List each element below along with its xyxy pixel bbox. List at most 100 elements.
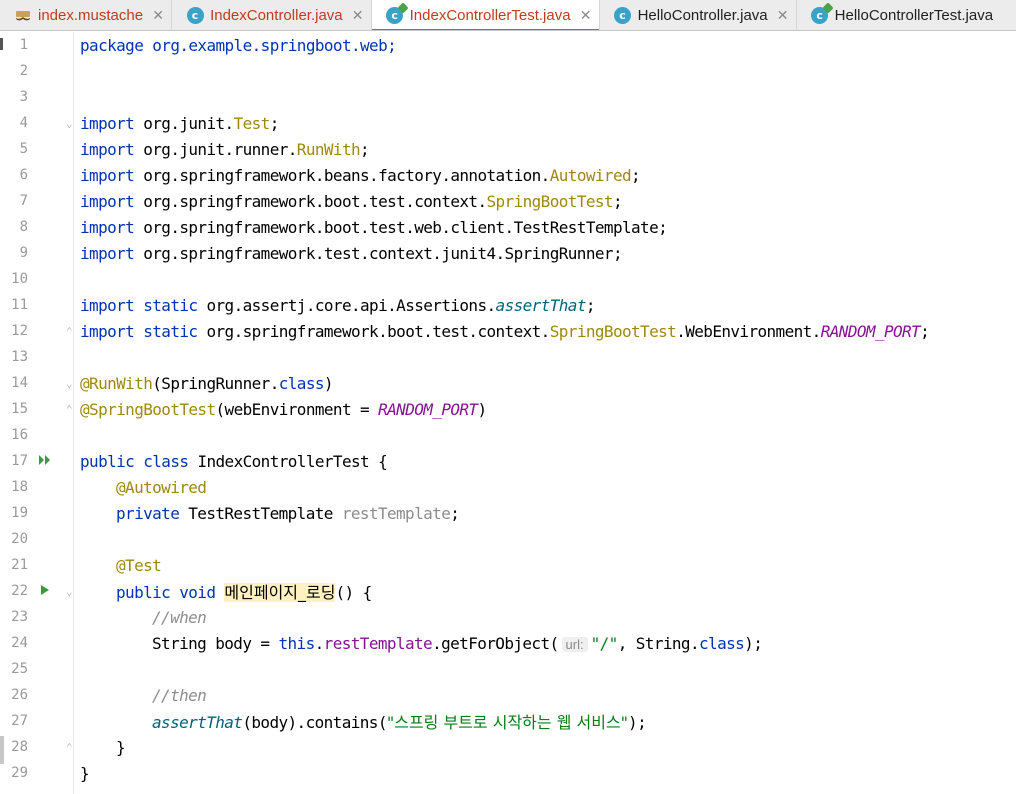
line-number: 1 xyxy=(19,37,28,53)
line-number: 27 xyxy=(11,713,28,729)
code-text: //then xyxy=(152,685,207,705)
code-text: @SpringBootTest(webEnvironment = RANDOM_… xyxy=(80,399,487,419)
code-line: 22 ⌄ public void 메인페이지_로딩() { xyxy=(0,578,1016,604)
run-test-icon[interactable] xyxy=(40,584,50,599)
code-line: 26 //then xyxy=(0,682,1016,708)
tab-label: IndexController.java xyxy=(210,7,343,24)
line-number: 2 xyxy=(19,63,28,79)
code-line: 15 ⌃ @SpringBootTest(webEnvironment = RA… xyxy=(0,396,1016,422)
code-text: package org.example.springboot.web; xyxy=(80,35,397,55)
fold-icon[interactable]: ⌃ xyxy=(66,325,73,338)
mustache-icon xyxy=(14,7,32,25)
code-line: 21 @Test xyxy=(0,552,1016,578)
code-line: 9 import org.springframework.test.contex… xyxy=(0,240,1016,266)
close-icon[interactable]: ✕ xyxy=(351,7,365,24)
parameter-hint: url: xyxy=(561,636,588,652)
code-line: 1 package org.example.springboot.web; xyxy=(0,32,1016,58)
line-number: 20 xyxy=(11,531,28,547)
code-text: import org.springframework.boot.test.web… xyxy=(80,217,668,237)
line-number: 21 xyxy=(11,557,28,573)
line-number: 15 xyxy=(11,401,28,417)
close-icon[interactable]: ✕ xyxy=(776,7,790,24)
code-text: import static org.springframework.boot.t… xyxy=(80,321,930,341)
code-line: 12 ⌃ import static org.springframework.b… xyxy=(0,318,1016,344)
line-number: 13 xyxy=(11,349,28,365)
code-text: public void 메인페이지_로딩() { xyxy=(116,583,372,602)
code-text: import org.springframework.boot.test.con… xyxy=(80,191,623,211)
code-text: public class IndexControllerTest { xyxy=(80,451,388,471)
code-line: 18 @Autowired xyxy=(0,474,1016,500)
line-number: 4 xyxy=(19,115,28,131)
close-icon[interactable]: ✕ xyxy=(579,7,593,24)
test-class-icon: c xyxy=(811,1,834,25)
line-number: 8 xyxy=(19,219,28,235)
code-editor[interactable]: 1 package org.example.springboot.web; 2 … xyxy=(0,32,1016,794)
fold-icon[interactable]: ⌃ xyxy=(66,741,73,754)
line-number: 12 xyxy=(11,323,28,339)
tab-hello-controller-test[interactable]: c HelloControllerTest.java xyxy=(797,0,999,30)
code-line: 27 assertThat(body).contains("스프링 부트로 시작… xyxy=(0,708,1016,734)
code-line: 3 xyxy=(0,84,1016,110)
line-number: 25 xyxy=(11,661,28,677)
tab-hello-controller[interactable]: c HelloController.java ✕ xyxy=(600,0,797,30)
code-line: 5 import org.junit.runner.RunWith; xyxy=(0,136,1016,162)
code-line: 19 private TestRestTemplate restTemplate… xyxy=(0,500,1016,526)
code-line: 29 } xyxy=(0,760,1016,786)
code-text: import org.junit.Test; xyxy=(80,113,279,133)
line-number: 3 xyxy=(19,89,28,105)
code-text: import org.springframework.test.context.… xyxy=(80,243,623,263)
code-text: private TestRestTemplate restTemplate; xyxy=(116,503,460,523)
code-line: 10 xyxy=(0,266,1016,292)
line-number: 11 xyxy=(11,297,28,313)
code-text: String body = this.restTemplate.getForOb… xyxy=(152,633,763,653)
code-line: 25 xyxy=(0,656,1016,682)
code-text: } xyxy=(116,737,126,757)
line-number: 7 xyxy=(19,193,28,209)
code-text: import org.springframework.beans.factory… xyxy=(80,165,641,185)
tab-index-controller[interactable]: c IndexController.java ✕ xyxy=(172,0,372,30)
code-line: 2 xyxy=(0,58,1016,84)
code-line: 13 xyxy=(0,344,1016,370)
code-line: 14 ⌄ @RunWith(SpringRunner.class) xyxy=(0,370,1016,396)
code-line: 7 import org.springframework.boot.test.c… xyxy=(0,188,1016,214)
line-number: 14 xyxy=(11,375,28,391)
tab-label: HelloControllerTest.java xyxy=(834,7,994,24)
code-text: import org.junit.runner.RunWith; xyxy=(80,139,370,159)
line-number: 23 xyxy=(11,609,28,625)
code-line: 17 public class IndexControllerTest { xyxy=(0,448,1016,474)
line-number: 5 xyxy=(19,141,28,157)
editor-tab-bar: index.mustache ✕ c IndexController.java … xyxy=(0,0,1016,31)
fold-icon[interactable]: ⌃ xyxy=(66,403,73,416)
tab-index-controller-test[interactable]: c IndexControllerTest.java ✕ xyxy=(371,0,600,30)
tab-index-mustache[interactable]: index.mustache ✕ xyxy=(0,0,173,30)
code-text: @RunWith(SpringRunner.class) xyxy=(80,373,334,393)
line-number: 28 xyxy=(11,739,28,755)
code-keyword: package org.example.springboot.web; xyxy=(80,35,397,55)
code-line: 23 //when xyxy=(0,604,1016,630)
tab-label: IndexControllerTest.java xyxy=(409,7,571,24)
line-number: 24 xyxy=(11,635,28,651)
code-text: import static org.assertj.core.api.Asser… xyxy=(80,295,596,315)
fold-icon[interactable]: ⌄ xyxy=(66,377,73,390)
line-number: 9 xyxy=(19,245,28,261)
code-text: } xyxy=(80,763,90,783)
code-text: @Test xyxy=(116,555,162,575)
run-all-tests-icon[interactable] xyxy=(38,454,52,469)
line-number: 6 xyxy=(19,167,28,183)
line-number: 29 xyxy=(11,765,28,781)
fold-icon[interactable]: ⌄ xyxy=(66,117,73,130)
code-line: 20 xyxy=(0,526,1016,552)
line-number: 18 xyxy=(11,479,28,495)
tab-label: index.mustache xyxy=(38,7,144,24)
fold-icon[interactable]: ⌄ xyxy=(66,585,73,598)
close-icon[interactable]: ✕ xyxy=(151,7,165,24)
code-line: 16 xyxy=(0,422,1016,448)
method-name: 메인페이지_로딩 xyxy=(224,583,336,602)
code-line: 24 String body = this.restTemplate.getFo… xyxy=(0,630,1016,656)
line-number: 19 xyxy=(11,505,28,521)
code-line: 8 import org.springframework.boot.test.w… xyxy=(0,214,1016,240)
code-text: //when xyxy=(152,607,207,627)
tab-label: HelloController.java xyxy=(637,7,768,24)
line-number: 22 xyxy=(11,583,28,599)
code-text: @Autowired xyxy=(116,477,207,497)
